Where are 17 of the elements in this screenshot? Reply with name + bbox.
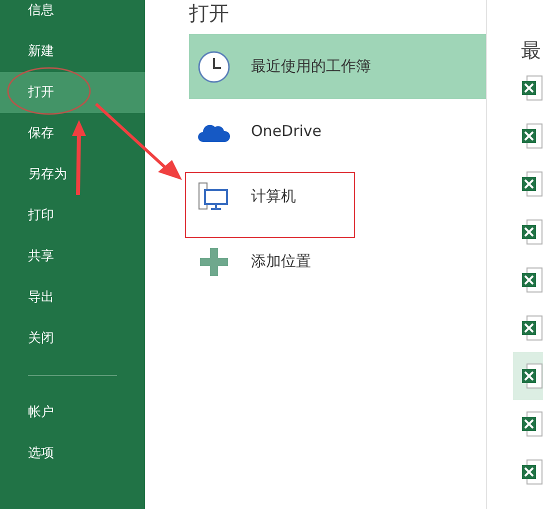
excel-file-icon xyxy=(521,75,543,101)
recent-file-item[interactable] xyxy=(513,352,543,400)
computer-icon xyxy=(197,182,231,212)
excel-file-icon xyxy=(521,411,543,437)
plus-icon xyxy=(199,246,229,276)
excel-file-icon xyxy=(521,219,543,245)
excel-file-icon xyxy=(521,363,543,389)
excel-file-icon xyxy=(521,267,543,293)
excel-file-icon xyxy=(521,123,543,149)
clock-icon xyxy=(197,50,231,84)
excel-file-icon xyxy=(521,171,543,197)
sidebar-item[interactable]: 打开 xyxy=(0,72,145,113)
recent-heading: 最 xyxy=(521,37,542,64)
excel-file-icon xyxy=(521,315,543,341)
place-item[interactable]: 最近使用的工作簿 xyxy=(189,34,486,99)
page-title: 打开 xyxy=(189,0,230,27)
excel-file-icon xyxy=(521,459,543,485)
